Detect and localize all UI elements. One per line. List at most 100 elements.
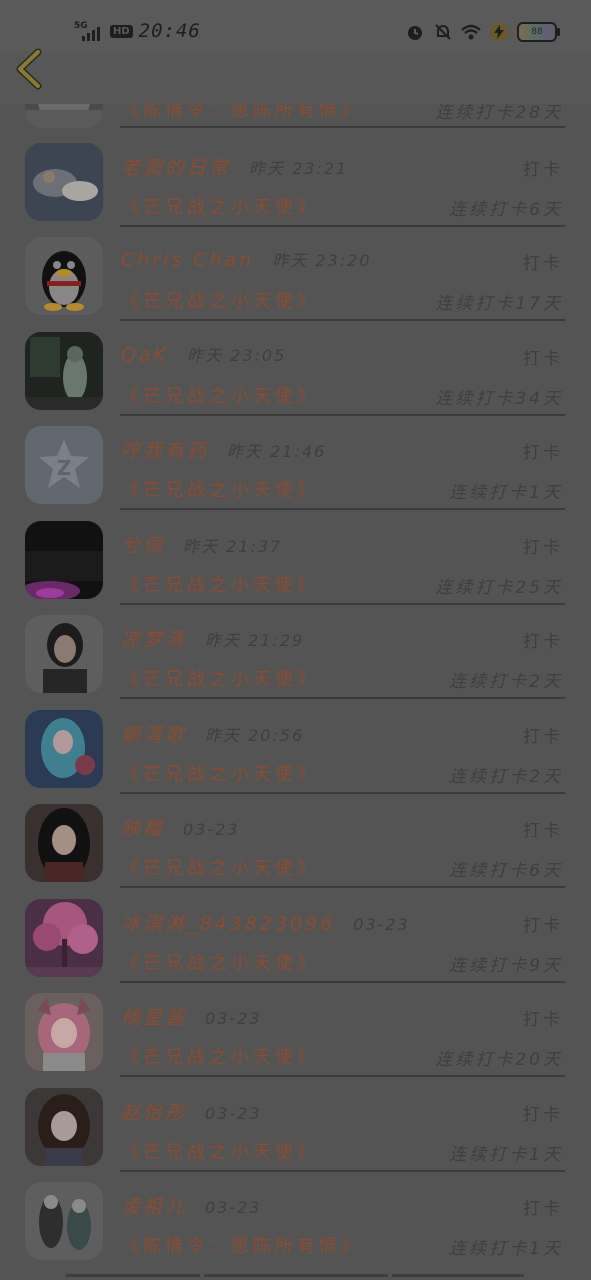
bottom-indicator [0,1272,591,1280]
avatar[interactable] [25,332,103,410]
streak-count: 连续打卡1天 [449,1145,563,1165]
avatar[interactable] [25,521,103,599]
checkin-list: 《陈情令：愿陈所有情》 连续打卡28天 老窦的日常 昨天 23:21 打卡 《芒兄… [0,0,591,1280]
avatar[interactable] [25,804,103,882]
divider [120,508,565,510]
book-title[interactable]: 《芒兄战之小天使》 [121,476,319,502]
streak-count: 连续打卡9天 [449,956,563,976]
streak-count: 连续打卡6天 [449,861,563,881]
user-name[interactable]: 哼我有药 [121,436,209,463]
list-item[interactable]: 老窦的日常 昨天 23:21 打卡 《芒兄战之小天使》 连续打卡6天 [0,133,591,227]
list-item[interactable]: 凉梦清 昨天 21:29 打卡 《芒兄战之小天使》 连续打卡2天 [0,605,591,699]
avatar[interactable] [25,143,103,221]
wifi-icon [461,24,481,40]
list-item[interactable]: 冰淇淋_843823096 03-23 打卡 《芒兄战之小天使》 连续打卡9天 [0,889,591,983]
checkin-label: 打卡 [523,160,563,180]
timestamp: 03-23 [353,915,410,934]
list-item[interactable]: 楠星酱 03-23 打卡 《芒兄战之小天使》 连续打卡20天 [0,983,591,1077]
timestamp: 昨天 21:37 [183,537,283,556]
user-name[interactable]: Chris Chan [121,249,254,271]
book-title[interactable]: 《芒兄战之小天使》 [121,949,319,975]
book-title[interactable]: 《芒兄战之小天使》 [121,854,319,880]
timestamp: 03-23 [183,820,240,839]
checkin-label: 打卡 [523,443,563,463]
list-item[interactable]: Z 哼我有药 昨天 21:46 打卡 《芒兄战之小天使》 连续打卡1天 [0,416,591,510]
book-title[interactable]: 《陈情令：愿陈所有情》 [121,1232,363,1258]
user-name[interactable]: 凌祖儿 [121,1192,187,1219]
checkin-label: 打卡 [523,1010,563,1030]
user-name[interactable]: 楠星酱 [121,1003,187,1030]
list-item[interactable]: 顧清歌 昨天 20:56 打卡 《芒兄战之小天使》 连续打卡2天 [0,700,591,794]
svg-text:Z: Z [57,456,72,480]
avatar[interactable] [25,237,103,315]
timestamp: 昨天 23:20 [272,251,372,270]
list-item[interactable]: 赵怡彤 03-23 打卡 《芒兄战之小天使》 连续打卡1天 [0,1078,591,1172]
timestamp: 昨天 20:56 [205,726,305,745]
streak-count: 连续打卡20天 [435,1050,563,1070]
streak-count: 连续打卡2天 [449,767,563,787]
timestamp: 昨天 23:21 [249,159,349,178]
checkin-label: 打卡 [523,1105,563,1125]
list-item[interactable]: QaK 昨天 23:05 打卡 《芒兄战之小天使》 连续打卡34天 [0,322,591,416]
divider [120,886,565,888]
avatar[interactable] [25,899,103,977]
list-item[interactable]: 映樱 03-23 打卡 《芒兄战之小天使》 连续打卡6天 [0,794,591,888]
alarm-icon [408,26,422,40]
back-button[interactable] [12,48,48,90]
timestamp: 03-23 [205,1104,262,1123]
streak-count: 连续打卡2天 [449,672,563,692]
list-item[interactable]: 凌祖儿 03-23 打卡 《陈情令：愿陈所有情》 连续打卡1天 [0,1172,591,1266]
charging-icon [490,23,508,41]
user-name[interactable]: 映樱 [121,814,165,841]
streak-count: 连续打卡6天 [449,200,563,220]
user-name[interactable]: 兮佩 [121,531,165,558]
user-name[interactable]: 冰淇淋_843823096 [121,909,335,936]
network-type: 5G [74,21,88,31]
book-title[interactable]: 《芒兄战之小天使》 [121,1138,319,1164]
streak-count: 连续打卡34天 [435,389,563,409]
divider [120,697,565,699]
streak-count: 连续打卡1天 [449,483,563,503]
checkin-label: 打卡 [523,538,563,558]
book-title[interactable]: 《芒兄战之小天使》 [121,1043,319,1069]
user-name[interactable]: 老窦的日常 [121,153,231,180]
avatar[interactable] [25,1182,103,1260]
clock: 20:46 [138,20,201,42]
avatar[interactable] [25,993,103,1071]
avatar[interactable] [25,615,103,693]
timestamp: 昨天 21:29 [205,631,305,650]
book-title[interactable]: 《芒兄战之小天使》 [121,665,319,691]
hd-badge: HD [110,24,133,38]
user-name[interactable]: QaK [121,344,169,366]
nav-bar [0,52,591,104]
checkin-label: 打卡 [523,727,563,747]
timestamp: 昨天 21:46 [227,442,327,461]
user-name[interactable]: 赵怡彤 [121,1098,187,1125]
avatar[interactable] [25,710,103,788]
book-title[interactable]: 《芒兄战之小天使》 [121,571,319,597]
divider [120,319,565,321]
timestamp: 昨天 23:05 [187,346,287,365]
book-title[interactable]: 《芒兄战之小天使》 [121,760,319,786]
checkin-label: 打卡 [523,821,563,841]
user-name[interactable]: 凉梦清 [121,625,187,652]
avatar[interactable]: Z [25,426,103,504]
battery-icon: 88 [517,22,560,42]
avatar[interactable] [25,1088,103,1166]
book-title[interactable]: 《芒兄战之小天使》 [121,382,319,408]
checkin-label: 打卡 [523,1199,563,1219]
signal-icon: 5G [74,21,104,41]
book-title[interactable]: 《芒兄战之小天使》 [121,287,319,313]
timestamp: 03-23 [205,1009,262,1028]
checkin-label: 打卡 [523,254,563,274]
list-item[interactable]: Chris Chan 昨天 23:20 打卡 《芒兄战之小天使》 连续打卡17天 [0,227,591,321]
checkin-label: 打卡 [523,632,563,652]
book-title[interactable]: 《芒兄战之小天使》 [121,193,319,219]
streak-count: 连续打卡25天 [435,578,563,598]
checkin-label: 打卡 [523,349,563,369]
streak-count: 连续打卡1天 [449,1239,563,1259]
user-name[interactable]: 顧清歌 [121,720,187,747]
battery-level: 88 [531,27,543,37]
list-item[interactable]: 兮佩 昨天 21:37 打卡 《芒兄战之小天使》 连续打卡25天 [0,511,591,605]
divider [120,1075,565,1077]
